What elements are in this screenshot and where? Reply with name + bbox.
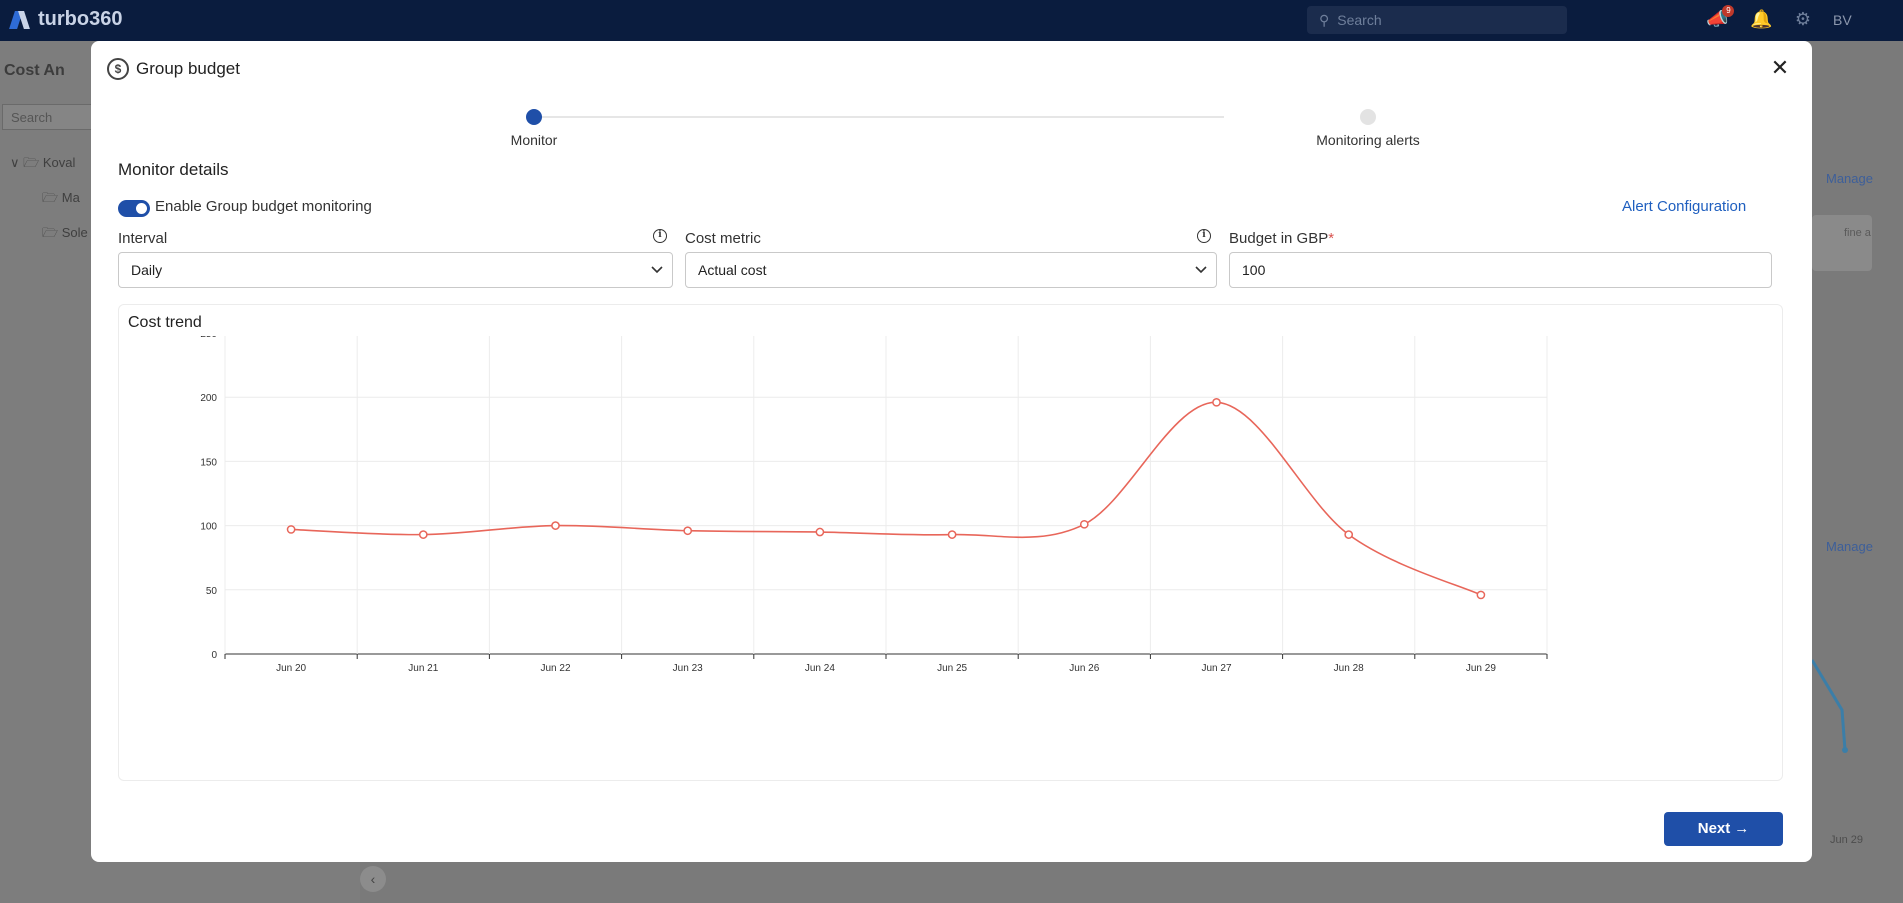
enable-monitoring-label: Enable Group budget monitoring — [155, 198, 372, 215]
x-tick-label: Jun 20 — [276, 663, 306, 674]
budget-label: Budget in GBP* — [1229, 230, 1334, 247]
data-point — [1344, 530, 1354, 539]
arrow-right-icon: → — [1734, 820, 1750, 837]
cost-metric-label: Cost metric — [685, 230, 761, 247]
x-tick-label: Jun 28 — [1334, 663, 1364, 674]
background-date: Jun 29 — [1830, 834, 1864, 846]
turbo360-logo-icon — [12, 9, 30, 31]
info-icon[interactable]: i — [1197, 229, 1211, 243]
x-tick-label: Jun 24 — [805, 663, 835, 674]
background-manage-link: Manage — [1826, 539, 1873, 554]
tree-item: 🗁 Ma — [42, 190, 80, 205]
section-title: Monitor details — [118, 160, 229, 179]
budget-coin-icon: $ — [107, 58, 129, 80]
budget-input[interactable]: 100 — [1229, 252, 1772, 288]
background-chart-line — [1812, 659, 1848, 753]
step-monitor-dot — [526, 109, 542, 125]
global-search-placeholder: Search — [1337, 12, 1382, 28]
global-search[interactable]: ⚲ Search — [1307, 6, 1567, 34]
cost-metric-select[interactable]: Actual cost — [685, 252, 1217, 288]
tree-item: 🗁 Sole — [42, 225, 88, 240]
group-budget-modal: $ Group budget ✕ Monitor Monitoring aler… — [91, 41, 1812, 862]
x-tick-label: Jun 26 — [1069, 663, 1099, 674]
tree-item: ∨ 🗁 Koval — [10, 155, 76, 170]
x-tick-label: Jun 21 — [408, 663, 438, 674]
y-tick-label: 0 — [211, 650, 217, 661]
y-tick-label: 200 — [200, 393, 217, 404]
step-monitoring-alerts-label: Monitoring alerts — [1316, 132, 1420, 148]
background-manage-link: Manage — [1826, 171, 1873, 186]
data-point — [1476, 590, 1486, 600]
budget-label-text: Budget in GBP — [1229, 230, 1329, 247]
chevron-down-icon — [651, 266, 663, 274]
data-point — [286, 525, 296, 534]
alert-configuration-link[interactable]: Alert Configuration — [1622, 198, 1746, 215]
step-monitoring-alerts-dot — [1360, 109, 1376, 125]
required-mark: * — [1328, 230, 1335, 247]
bell-icon[interactable]: 🔔 — [1750, 9, 1772, 30]
top-icons: 📣 9 🔔 ⚙ BV — [1706, 5, 1852, 30]
data-point — [418, 530, 428, 539]
modal-header: $ Group budget — [107, 58, 240, 80]
cost-metric-value: Actual cost — [698, 262, 767, 278]
brand-name: turbo360 — [38, 8, 123, 30]
stepper-line — [534, 116, 1224, 118]
background-tree: ∨ 🗁 Koval 🗁 Ma 🗁 Sole — [10, 155, 88, 260]
data-point — [683, 526, 693, 536]
y-tick-label: 150 — [200, 457, 217, 468]
chevron-down-icon — [1195, 266, 1207, 274]
next-button[interactable]: Next → — [1664, 812, 1783, 846]
background-search: Search — [2, 104, 92, 130]
search-icon: ⚲ — [1319, 12, 1330, 28]
chart-title: Cost trend — [128, 314, 202, 331]
data-point — [1212, 397, 1221, 407]
brand-logo[interactable]: turbo360 — [12, 8, 122, 31]
data-point — [551, 521, 560, 530]
x-tick-label: Jun 27 — [1201, 663, 1231, 674]
app-topbar: turbo360 ⚲ Search 📣 9 🔔 ⚙ BV — [0, 0, 1903, 41]
y-tick-label: 250 — [200, 336, 217, 340]
toggle-knob — [136, 203, 147, 214]
close-icon[interactable]: ✕ — [1767, 55, 1793, 81]
interval-label: Interval — [118, 230, 168, 247]
data-point — [815, 527, 825, 537]
interval-value: Daily — [131, 262, 163, 278]
background-panel: fine a — [1812, 215, 1872, 271]
interval-select[interactable]: Daily — [118, 252, 673, 288]
avatar[interactable]: BV — [1833, 12, 1852, 28]
gear-icon[interactable]: ⚙ — [1795, 9, 1811, 30]
x-tick-label: Jun 22 — [540, 663, 570, 674]
enable-monitoring-toggle[interactable] — [118, 200, 150, 217]
x-tick-label: Jun 23 — [673, 663, 703, 674]
y-tick-label: 100 — [200, 522, 217, 533]
notification-badge: 9 — [1722, 5, 1735, 17]
next-button-label: Next — [1697, 820, 1731, 837]
chevron-left-icon[interactable]: ‹ — [360, 866, 386, 892]
background-page-title: Cost An — [4, 62, 65, 79]
x-tick-label: Jun 25 — [937, 663, 967, 674]
modal-title: Group budget — [136, 59, 240, 78]
info-icon[interactable]: i — [653, 229, 667, 243]
x-tick-label: Jun 29 — [1466, 663, 1496, 674]
y-tick-label: 50 — [206, 586, 218, 597]
step-monitor-label: Monitor — [510, 132, 558, 148]
cost-trend-chart: 0 50 100 150 200 250 Jun 20 Jun 21 Jun 22 Jun 23 J… — [200, 336, 1548, 674]
data-point — [947, 530, 957, 539]
data-point — [1079, 519, 1089, 529]
announcements-icon[interactable]: 📣 9 — [1706, 5, 1735, 30]
